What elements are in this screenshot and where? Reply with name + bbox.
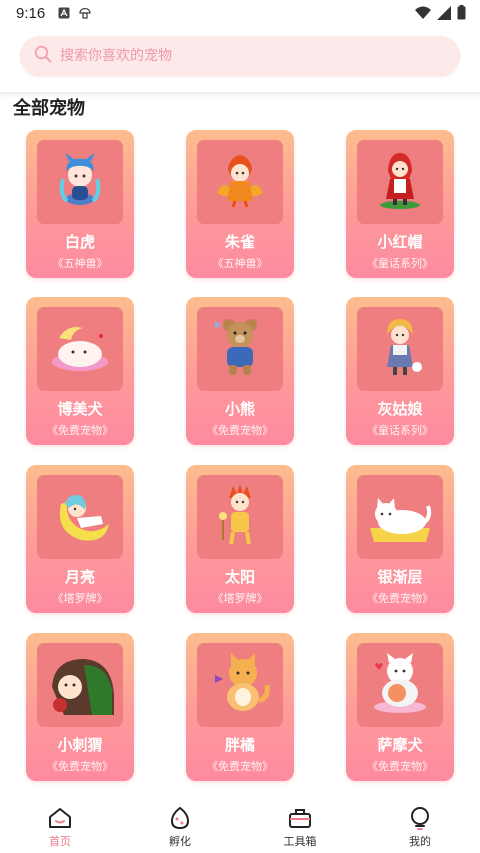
pet-name: 胖橘 <box>224 736 255 754</box>
pet-name: 灰姑娘 <box>377 400 423 418</box>
pet-card[interactable]: 朱雀 《五神兽》 <box>186 130 294 278</box>
toolbox-icon <box>288 806 312 830</box>
pet-series: 《塔罗牌》 <box>52 592 108 605</box>
egg-icon <box>168 806 192 830</box>
pet-name: 银渐层 <box>377 568 423 586</box>
pet-image <box>357 307 443 391</box>
pet-image <box>197 643 283 727</box>
pet-series: 《五神兽》 <box>52 257 108 270</box>
pet-series: 《免费宠物》 <box>47 760 113 773</box>
pet-image <box>357 475 443 559</box>
pet-image <box>197 307 283 391</box>
battery-icon <box>457 5 466 24</box>
pet-card[interactable]: 小红帽 《童话系列》 <box>346 130 454 278</box>
pet-series: 《童话系列》 <box>367 424 433 437</box>
pet-series: 《塔罗牌》 <box>212 592 268 605</box>
nav-home[interactable]: 首页 <box>0 796 120 853</box>
pet-image <box>357 643 443 727</box>
pet-image <box>37 643 123 727</box>
pet-image <box>197 140 283 224</box>
orange-cat-pet-icon <box>207 651 273 719</box>
nav-profile-label: 我的 <box>409 835 431 848</box>
pet-card[interactable]: 月亮 《塔罗牌》 <box>26 465 134 613</box>
pet-card[interactable]: 胖橘 《免费宠物》 <box>186 633 294 781</box>
pet-name: 小熊 <box>224 400 255 418</box>
nav-profile[interactable]: 我的 <box>360 796 480 853</box>
pet-series: 《五神兽》 <box>212 257 268 270</box>
pet-card[interactable]: 博美犬 《免费宠物》 <box>26 297 134 445</box>
pet-card[interactable]: 太阳 《塔罗牌》 <box>186 465 294 613</box>
status-time: 9:16 <box>16 4 46 22</box>
search-bar[interactable] <box>20 36 460 76</box>
pet-card[interactable]: 小熊 《免费宠物》 <box>186 297 294 445</box>
pet-name: 太阳 <box>224 568 255 586</box>
pet-image <box>37 307 123 391</box>
white-tiger-pet-icon <box>49 149 111 215</box>
bottom-nav: 首页 孵化 工具箱 我的 <box>0 796 480 853</box>
pet-series: 《童话系列》 <box>367 257 433 270</box>
wifi-icon <box>415 6 431 24</box>
notification-a-icon <box>57 7 70 20</box>
home-icon <box>48 806 72 830</box>
section-title: 全部宠物 <box>13 98 85 119</box>
nav-home-label: 首页 <box>49 835 71 848</box>
pet-series: 《免费宠物》 <box>47 424 113 437</box>
nav-toolbox-label: 工具箱 <box>283 835 317 848</box>
pomeranian-pet-icon <box>47 316 113 382</box>
pet-name: 萨摩犬 <box>377 736 423 754</box>
silver-shaded-cat-pet-icon <box>364 484 436 550</box>
pet-image <box>197 475 283 559</box>
status-icons <box>415 5 466 24</box>
moon-pet-icon <box>47 484 113 550</box>
vermilion-bird-pet-icon <box>209 149 271 215</box>
pet-series: 《免费宠物》 <box>207 760 273 773</box>
pet-name: 白虎 <box>64 233 95 251</box>
nav-hatch-label: 孵化 <box>169 835 191 848</box>
pet-card[interactable]: 灰姑娘 《童话系列》 <box>346 297 454 445</box>
search-input[interactable] <box>60 48 440 64</box>
pet-image <box>37 475 123 559</box>
pet-name: 小刺猬 <box>57 736 103 754</box>
pet-card[interactable]: 萨摩犬 《免费宠物》 <box>346 633 454 781</box>
notification-mushroom-icon <box>78 7 91 20</box>
signal-icon <box>437 5 451 24</box>
pet-image <box>357 140 443 224</box>
pet-series: 《免费宠物》 <box>367 592 433 605</box>
nav-hatch[interactable]: 孵化 <box>120 796 240 853</box>
sun-pet-icon <box>209 482 271 552</box>
search-icon <box>34 45 52 67</box>
little-red-riding-hood-pet-icon <box>369 149 431 215</box>
pet-card[interactable]: 白虎 《五神兽》 <box>26 130 134 278</box>
pet-name: 博美犬 <box>57 400 103 418</box>
pet-series: 《免费宠物》 <box>207 424 273 437</box>
cinderella-pet-icon <box>369 315 431 383</box>
bear-pet-icon <box>209 315 271 383</box>
pet-card[interactable]: 小刺猬 《免费宠物》 <box>26 633 134 781</box>
samoyed-pet-icon <box>367 651 433 719</box>
status-bar: 9:16 <box>0 0 480 26</box>
pet-name: 朱雀 <box>224 233 255 251</box>
hedgehog-pet-icon <box>44 651 116 719</box>
pet-name: 月亮 <box>64 568 95 586</box>
pet-name: 小红帽 <box>377 233 423 251</box>
pet-card[interactable]: 银渐层 《免费宠物》 <box>346 465 454 613</box>
pet-image <box>37 140 123 224</box>
pet-series: 《免费宠物》 <box>367 760 433 773</box>
nav-toolbox[interactable]: 工具箱 <box>240 796 360 853</box>
profile-icon <box>408 806 432 830</box>
